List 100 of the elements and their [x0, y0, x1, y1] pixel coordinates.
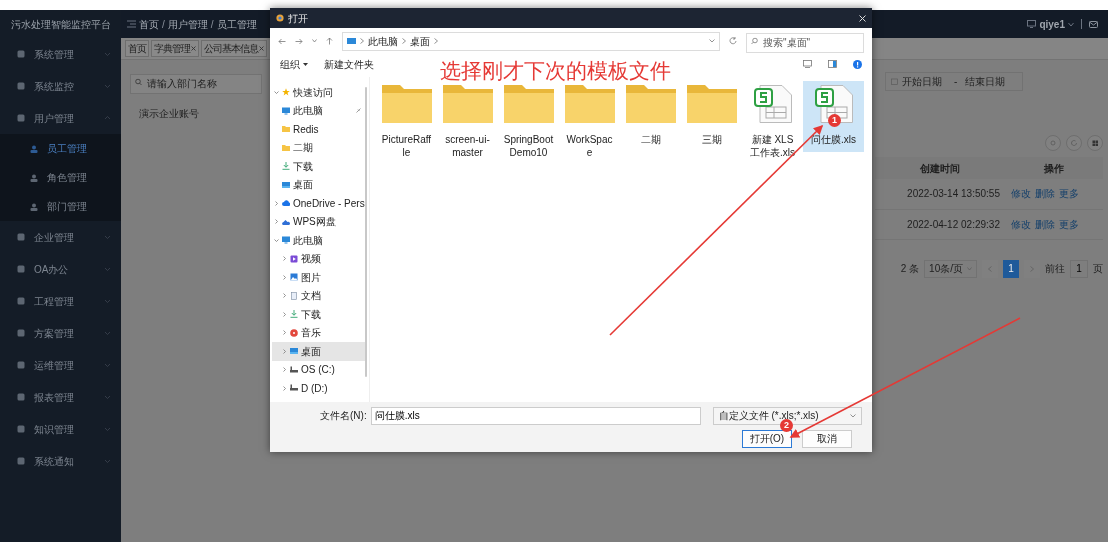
- file-item[interactable]: 二期: [620, 81, 681, 152]
- sidebar-item[interactable]: 知识管理: [0, 413, 121, 445]
- nav-item[interactable]: 文档: [272, 286, 365, 305]
- page-number[interactable]: 1: [1003, 259, 1019, 278]
- menu-icon[interactable]: [127, 20, 136, 28]
- range-separator: -: [954, 75, 958, 89]
- open-button[interactable]: 打开(O): [742, 429, 792, 448]
- sidebar-item[interactable]: 企业管理: [0, 221, 121, 253]
- file-name-field[interactable]: 问仕膜.xls: [370, 406, 701, 425]
- page-suffix: 页: [1093, 262, 1103, 276]
- chevron-down-icon[interactable]: [274, 89, 279, 95]
- scrollbar[interactable]: [364, 87, 367, 377]
- sidebar-item[interactable]: 系统管理: [0, 38, 121, 70]
- date-input[interactable]: 开始日期: [902, 74, 946, 89]
- path-segment[interactable]: 此电脑: [368, 33, 398, 49]
- file-item[interactable]: SpringBootDemo10: [498, 81, 559, 165]
- chevron-right-icon[interactable]: [282, 256, 287, 262]
- sidebar-item[interactable]: 角色管理: [0, 163, 121, 192]
- help-icon[interactable]: [853, 59, 862, 69]
- page-input[interactable]: 1: [1070, 259, 1088, 278]
- sidebar-item[interactable]: 报表管理: [0, 381, 121, 413]
- monitor-icon[interactable]: [1027, 20, 1037, 28]
- page-tab[interactable]: 字典管理: [151, 40, 199, 57]
- page-tab[interactable]: 公司基本信息: [201, 40, 267, 57]
- nav-item[interactable]: 图片: [272, 268, 365, 287]
- user-name[interactable]: qiye1: [1039, 16, 1065, 32]
- caret-icon[interactable]: [375, 413, 382, 418]
- chevron-right-icon[interactable]: [282, 330, 287, 336]
- page-size-select[interactable]: 10条/页: [924, 259, 977, 278]
- page-tab[interactable]: 首页: [125, 40, 149, 57]
- search-icon: [751, 37, 758, 45]
- breadcrumb-link[interactable]: 员工管理: [216, 16, 257, 32]
- pin-icon: [355, 108, 361, 114]
- nav-item[interactable]: Redis: [272, 120, 365, 139]
- forward-arrow-icon[interactable]: [295, 37, 303, 45]
- view-icon[interactable]: [803, 60, 812, 68]
- search-field[interactable]: 请输入部门名称: [130, 73, 262, 94]
- nav-item[interactable]: D (D:): [272, 379, 365, 398]
- nav-item[interactable]: 桌面: [272, 342, 365, 361]
- nav-item[interactable]: 此电脑: [272, 231, 365, 250]
- up-arrow-icon[interactable]: [326, 37, 333, 45]
- nav-item[interactable]: 下载: [272, 157, 365, 176]
- breadcrumb-link[interactable]: 用户管理: [167, 16, 208, 32]
- chevron-right-icon[interactable]: [282, 348, 287, 354]
- computer-icon: [282, 106, 290, 115]
- sidebar-item[interactable]: OA办公: [0, 253, 121, 285]
- tree-item[interactable]: 演示企业账号: [139, 106, 262, 121]
- sidebar-item[interactable]: 运维管理: [0, 349, 121, 381]
- file-item[interactable]: WorkSpace: [559, 81, 620, 165]
- sidebar-item[interactable]: 员工管理: [0, 134, 121, 163]
- nav-item[interactable]: 下载: [272, 305, 365, 324]
- chevron-right-icon[interactable]: [282, 293, 287, 299]
- nav-item[interactable]: 此电脑: [272, 101, 365, 120]
- mail-icon[interactable]: [1089, 20, 1098, 28]
- nav-item[interactable]: 视频: [272, 249, 365, 268]
- nav-item[interactable]: 音乐: [272, 323, 365, 342]
- sidebar-item[interactable]: 方案管理: [0, 317, 121, 349]
- pane-icon[interactable]: [828, 60, 837, 68]
- chevron-right-icon[interactable]: [282, 367, 287, 373]
- nav-item[interactable]: WPS网盘: [272, 212, 365, 231]
- chevron-right-icon[interactable]: [282, 311, 287, 317]
- chevron-right-icon[interactable]: [274, 219, 279, 225]
- date-range-field[interactable]: 开始日期 - 结束日期: [885, 72, 1023, 91]
- person-icon: [30, 144, 38, 153]
- breadcrumb-link[interactable]: 首页: [139, 16, 159, 32]
- pc-icon: [347, 37, 356, 45]
- toolbar-button[interactable]: 新建文件夹: [324, 56, 374, 72]
- path-segment[interactable]: 桌面: [410, 33, 430, 49]
- toolbar-button[interactable]: 组织: [280, 56, 308, 72]
- sidebar-item[interactable]: 工程管理: [0, 285, 121, 317]
- sidebar-item[interactable]: 用户管理: [0, 102, 121, 134]
- column-header: 操作: [1005, 157, 1103, 179]
- nav-item[interactable]: 桌面: [272, 175, 365, 194]
- calendar-icon: [891, 78, 898, 85]
- refresh-icon[interactable]: [729, 37, 737, 45]
- chevron-right-icon[interactable]: [282, 385, 287, 391]
- breadcrumb-separator: /: [162, 17, 165, 32]
- file-item[interactable]: 三期: [681, 81, 742, 152]
- folder-icon: [625, 85, 676, 123]
- address-bar[interactable]: 此电脑 桌面: [342, 31, 720, 51]
- chevron-down-icon[interactable]: [274, 237, 279, 243]
- cancel-button[interactable]: 取消: [802, 429, 852, 448]
- sidebar-item[interactable]: 部门管理: [0, 192, 121, 221]
- grid-button[interactable]: [1087, 135, 1103, 151]
- file-item[interactable]: screen-ui-master: [437, 81, 498, 165]
- nav-item[interactable]: OneDrive - Pers: [272, 194, 365, 213]
- folder-icon: [686, 85, 737, 123]
- chevron-right-icon[interactable]: [282, 274, 287, 280]
- file-item[interactable]: 新建 XLS 工作表.xls: [742, 81, 803, 165]
- sidebar-item[interactable]: 系统通知: [0, 445, 121, 477]
- back-arrow-icon[interactable]: [278, 37, 286, 45]
- chevron-icon: [104, 115, 111, 121]
- nav-item[interactable]: OS (C:): [272, 360, 365, 379]
- file-item[interactable]: PictureRaffle: [376, 81, 437, 165]
- chevron-right-icon[interactable]: [274, 200, 279, 206]
- date-input[interactable]: 结束日期: [965, 74, 1010, 89]
- nav-item[interactable]: 快速访问: [272, 83, 365, 102]
- sidebar-item[interactable]: 系统监控: [0, 70, 121, 102]
- nav-item[interactable]: 二期: [272, 138, 365, 157]
- nav-item-icon: [17, 457, 25, 465]
